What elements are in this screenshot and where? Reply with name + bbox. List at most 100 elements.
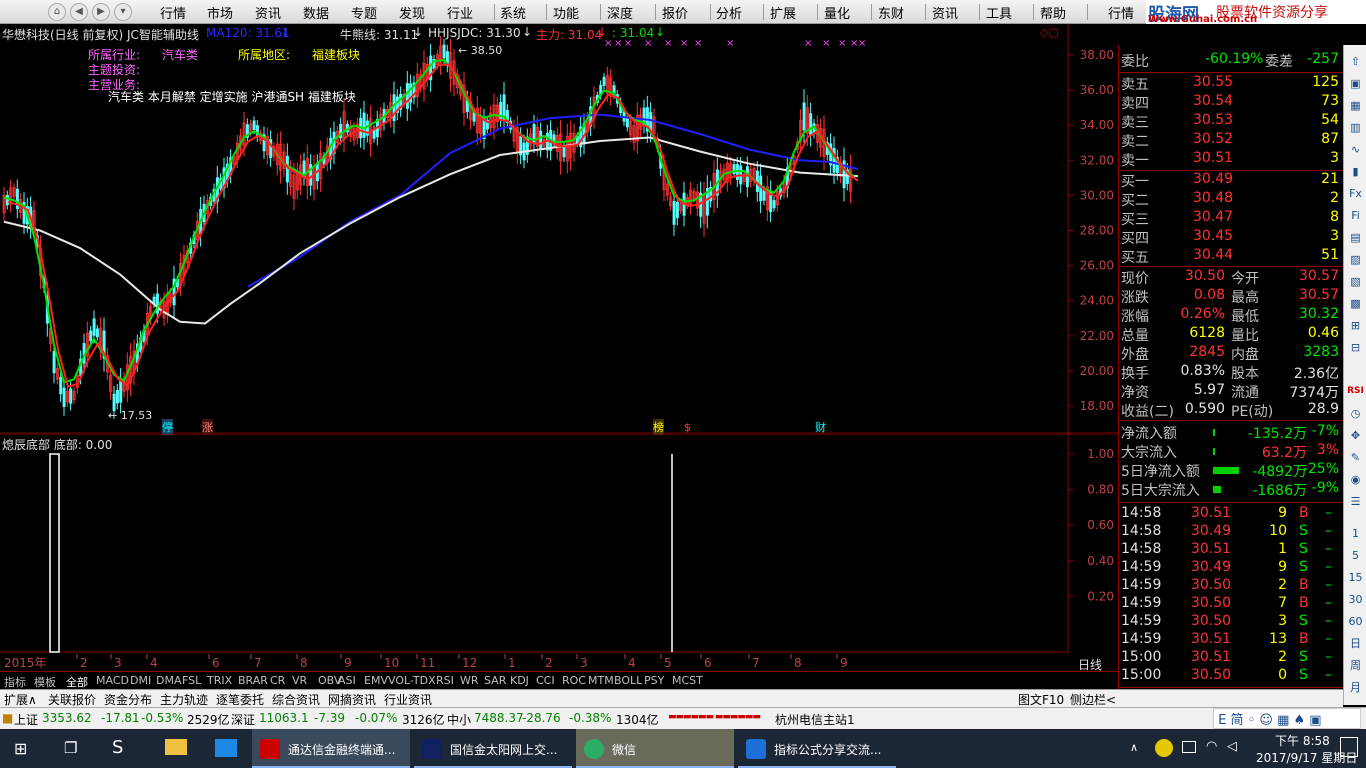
indicator-tab[interactable]: BOLL — [614, 674, 642, 687]
sell-row[interactable]: 卖一 30.51 3 — [1119, 150, 1343, 169]
bottom-tab[interactable]: 主力轨迹 — [160, 691, 208, 708]
chart-icon[interactable]: ▥ — [1347, 119, 1364, 136]
indicator-tab[interactable]: EMV — [364, 674, 388, 687]
dropdown-icon[interactable]: ▾ — [114, 3, 132, 21]
calc-icon[interactable]: ▧ — [1347, 273, 1364, 290]
indicator-tab[interactable]: BRAR — [238, 674, 268, 687]
list-icon[interactable]: ☰ — [1347, 493, 1364, 510]
line-icon[interactable]: ∿ — [1347, 141, 1364, 158]
home-icon[interactable]: ⌂ — [48, 3, 66, 21]
menu-lianghua[interactable]: 量化 — [824, 3, 850, 22]
indicator-tab[interactable]: ROC — [562, 674, 586, 687]
buy-row[interactable]: 买五 30.44 51 — [1119, 247, 1343, 266]
bottom-indicator-chart[interactable]: 1.00 0.80 0.60 0.40 0.20 — [0, 434, 1118, 654]
period-4[interactable]: 60 — [1347, 613, 1364, 630]
taskbar-app-wechat[interactable]: 微信 — [576, 729, 734, 768]
f10-icon[interactable]: Fi — [1347, 207, 1364, 224]
indicator-tab[interactable]: PSY — [644, 674, 664, 687]
bottom-tab[interactable]: 网摘资讯 — [328, 691, 376, 708]
start-button[interactable]: ⊞ — [0, 729, 44, 768]
alarm-icon[interactable]: ◷ — [1347, 405, 1364, 422]
bottom-tab[interactable]: 资金分布 — [104, 691, 152, 708]
indicator-tab[interactable]: DMA — [156, 674, 182, 687]
move-icon[interactable]: ✥ — [1347, 427, 1364, 444]
menu-gongju[interactable]: 工具 — [986, 3, 1012, 22]
price-chart[interactable]: 38.00 36.00 34.00 32.00 30.00 28.00 26.00 24.00… — [0, 24, 1118, 434]
indicator-tab[interactable]: 指标 — [4, 674, 26, 690]
window-icon[interactable]: ▣ — [1347, 75, 1364, 92]
buy-row[interactable]: 买三 30.47 8 — [1119, 209, 1343, 228]
period-0[interactable]: 1 — [1347, 525, 1364, 542]
cmp-icon[interactable]: ⊞ — [1347, 317, 1364, 334]
tray-expand-icon[interactable]: ∧ — [1130, 741, 1142, 768]
forward-icon[interactable]: ▶ — [92, 3, 110, 21]
sh-label[interactable]: 上证 — [14, 711, 38, 728]
period-6[interactable]: 周 — [1347, 657, 1364, 674]
task-view-button[interactable]: ❐ — [50, 729, 94, 768]
indicator-tab[interactable]: VOL-TDX — [388, 674, 436, 687]
indicator-tab[interactable]: CR — [270, 674, 285, 687]
bars-icon[interactable]: ▨ — [1347, 251, 1364, 268]
pin-app-2[interactable] — [205, 729, 249, 768]
period-3[interactable]: 30 — [1347, 591, 1364, 608]
marker-stop[interactable]: 停 — [162, 419, 173, 435]
sell-row[interactable]: 卖五 30.55 125 — [1119, 74, 1343, 93]
bottom-tab[interactable]: 逐笔委托 — [216, 691, 264, 708]
menu-dongcai[interactable]: 东财 — [878, 3, 904, 22]
menu-bangzhu[interactable]: 帮助 — [1040, 3, 1066, 22]
menu-faxian[interactable]: 发现 — [399, 3, 425, 22]
stack-icon[interactable]: ▩ — [1347, 295, 1364, 312]
candle-icon[interactable]: ▮ — [1347, 163, 1364, 180]
sell-row[interactable]: 卖三 30.53 54 — [1119, 112, 1343, 131]
menu-baojia[interactable]: 报价 — [662, 3, 688, 22]
server-station[interactable]: 杭州电信主站1 — [775, 711, 855, 728]
rsi-label-icon[interactable]: RSI — [1347, 383, 1364, 400]
indicator-tab[interactable]: WR — [460, 674, 479, 687]
indicator-tab[interactable]: ASI — [338, 674, 356, 687]
sell-row[interactable]: 卖二 30.52 87 — [1119, 131, 1343, 150]
period-1[interactable]: 5 — [1347, 547, 1364, 564]
indicator-tab[interactable]: MCST — [672, 674, 703, 687]
menu-xitong[interactable]: 系统 — [500, 3, 526, 22]
sell-row[interactable]: 卖四 30.54 73 — [1119, 93, 1343, 112]
menu-zixun[interactable]: 资讯 — [255, 3, 281, 22]
indicator-tab[interactable]: 全部 — [66, 674, 88, 690]
indicator-tab[interactable]: RSI — [436, 674, 454, 687]
indicator-tab[interactable]: SAR — [484, 674, 506, 687]
eye-icon[interactable]: ◉ — [1347, 471, 1364, 488]
bottom-tab[interactable]: 综合资讯 — [272, 691, 320, 708]
marker-rise[interactable]: 涨 — [202, 419, 213, 435]
period-2[interactable]: 15 — [1347, 569, 1364, 586]
period-5[interactable]: 日 — [1347, 635, 1364, 652]
taskbar-app-tdx[interactable]: 通达信金融终端通... — [252, 729, 410, 768]
up-icon[interactable]: ⇧ — [1347, 53, 1364, 70]
menu-shichang[interactable]: 市场 — [207, 3, 233, 22]
taskbar-app-forum[interactable]: 指标公式分享交流... — [738, 729, 896, 768]
indicator-tab[interactable]: FSL — [182, 674, 201, 687]
back-icon[interactable]: ◀ — [70, 3, 88, 21]
sidebar-toggle-button[interactable]: 侧边栏< — [1070, 691, 1116, 708]
indicator-tab[interactable]: DMI — [130, 674, 151, 687]
marker-dollar[interactable]: $ — [684, 421, 691, 434]
menu-zhuanti[interactable]: 专题 — [351, 3, 377, 22]
marker-list[interactable]: 榜 — [653, 419, 664, 435]
sz-label[interactable]: 深证 — [231, 711, 255, 728]
taskbar-app-guoxin[interactable]: 国信金太阳网上交... — [414, 729, 572, 768]
bottom-tab[interactable]: 关联报价 — [48, 691, 96, 708]
app-pin-1[interactable]: S — [100, 729, 144, 768]
indicator-tab[interactable]: KDJ — [510, 674, 529, 687]
bottom-tab[interactable]: 扩展∧ — [4, 691, 37, 708]
menu-shuju[interactable]: 数据 — [303, 3, 329, 22]
buy-row[interactable]: 买四 30.45 3 — [1119, 228, 1343, 247]
menu-hangye[interactable]: 行业 — [447, 3, 473, 22]
grid-icon[interactable]: ▦ — [1347, 97, 1364, 114]
ime-toolbar[interactable]: E 简 ◦ ☺ ▦ ♠ ▣ — [1213, 708, 1361, 729]
explorer-pin[interactable] — [155, 729, 199, 768]
indicator-tab[interactable]: MTM — [588, 674, 614, 687]
buy-row[interactable]: 买一 30.49 21 — [1119, 171, 1343, 190]
indicator-tab[interactable]: VR — [292, 674, 307, 687]
battery-icon[interactable] — [1182, 741, 1196, 753]
indicator-tab[interactable]: 模板 — [34, 674, 56, 690]
tray-app-icon[interactable] — [1155, 739, 1173, 757]
marker-finance[interactable]: 财 — [815, 419, 826, 435]
